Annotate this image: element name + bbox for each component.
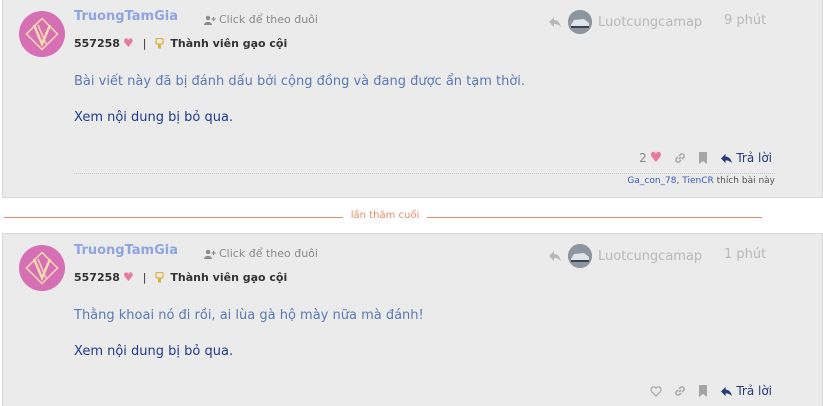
post-content: Bài viết này đã bị đánh dấu bởi cộng đồn… <box>74 74 526 89</box>
last-read-line-right <box>427 217 762 218</box>
heart-icon: ♥ <box>122 270 134 284</box>
post-content: Thằng khoai nó đi rồi, ai lùa gà hộ mày … <box>74 308 424 323</box>
stats-divider: | <box>142 36 147 50</box>
user-plus-icon <box>204 249 216 259</box>
reply-to-info[interactable]: Luotcungcamap <box>548 10 702 34</box>
show-hidden-content-link[interactable]: Xem nội dung bị bỏ qua. <box>74 344 233 359</box>
reply-to-username[interactable]: Luotcungcamap <box>598 15 702 30</box>
bookmark-button[interactable] <box>698 152 708 164</box>
medal-icon <box>155 271 165 282</box>
heart-outline-icon <box>650 385 662 397</box>
user-points: 557258 <box>74 270 120 284</box>
post-actions: Trả lời <box>650 384 772 398</box>
reply-arrow-icon <box>549 17 561 27</box>
show-hidden-content-link[interactable]: Xem nội dung bị bỏ qua. <box>74 110 233 125</box>
liked-by-suffix: thích bài này <box>716 176 775 186</box>
reply-to-avatar[interactable] <box>568 244 592 268</box>
like-button[interactable] <box>650 385 662 397</box>
username[interactable]: TruongTamGia <box>74 243 178 258</box>
reply-button[interactable]: Trả lời <box>720 151 772 165</box>
follow-button[interactable]: Click để theo đuôi <box>204 247 318 260</box>
post: TruongTamGia Click để theo đuôi 557258 ♥… <box>2 0 823 198</box>
user-plus-icon <box>204 15 216 25</box>
follow-label: Click để theo đuôi <box>219 247 318 260</box>
last-read-divider: lần thăm cuối <box>4 209 762 225</box>
reply-button[interactable]: Trả lời <box>720 384 772 398</box>
username[interactable]: TruongTamGia <box>74 9 178 24</box>
user-rank: Thành viên gạo cội <box>170 270 288 284</box>
liker-separator: , <box>676 176 680 186</box>
last-read-label: lần thăm cuối <box>349 210 421 221</box>
reply-to-info[interactable]: Luotcungcamap <box>548 244 702 268</box>
liker-link[interactable]: Ga_con_78 <box>627 176 676 186</box>
liker-link[interactable]: TienCR <box>682 176 714 186</box>
avatar-logo <box>25 251 59 285</box>
avatar[interactable] <box>19 11 65 57</box>
like-count: 2 <box>639 151 647 165</box>
avatar-logo <box>25 17 59 51</box>
user-points: 557258 <box>74 36 120 50</box>
car-icon <box>568 10 592 34</box>
post-time[interactable]: 9 phút <box>724 13 766 28</box>
reply-arrow-icon <box>549 251 561 261</box>
share-link-button[interactable] <box>674 385 686 397</box>
reply-to-username[interactable]: Luotcungcamap <box>598 249 702 264</box>
reply-icon <box>721 386 733 396</box>
reply-label: Trả lời <box>736 384 772 398</box>
post-time[interactable]: 1 phút <box>724 247 766 262</box>
stats-divider: | <box>142 270 147 284</box>
post: TruongTamGia Click để theo đuôi 557258 ♥… <box>2 233 823 406</box>
liked-by-text: Ga_con_78, TienCR thích bài này <box>627 176 775 186</box>
medal-icon <box>155 37 165 48</box>
link-icon <box>675 153 686 163</box>
car-icon <box>568 244 592 268</box>
post-actions: 2 ♥ Trả lời <box>639 150 772 166</box>
avatar[interactable] <box>19 245 65 291</box>
bookmark-icon <box>699 385 708 397</box>
link-icon <box>675 386 686 396</box>
bookmark-icon <box>699 152 708 164</box>
like-button[interactable]: 2 ♥ <box>639 150 662 166</box>
follow-label: Click để theo đuôi <box>219 13 318 26</box>
heart-icon: ♥ <box>122 36 134 50</box>
reply-icon <box>721 153 733 163</box>
share-link-button[interactable] <box>674 152 686 164</box>
last-read-line-left <box>4 217 343 218</box>
bookmark-button[interactable] <box>698 385 708 397</box>
reply-label: Trả lời <box>736 151 772 165</box>
likes-divider <box>74 173 775 174</box>
user-stats: 557258 ♥ | Thành viên gạo cội <box>74 36 287 50</box>
heart-icon: ♥ <box>649 150 663 166</box>
user-rank: Thành viên gạo cội <box>170 36 288 50</box>
reply-to-avatar[interactable] <box>568 10 592 34</box>
user-stats: 557258 ♥ | Thành viên gạo cội <box>74 270 287 284</box>
follow-button[interactable]: Click để theo đuôi <box>204 13 318 26</box>
